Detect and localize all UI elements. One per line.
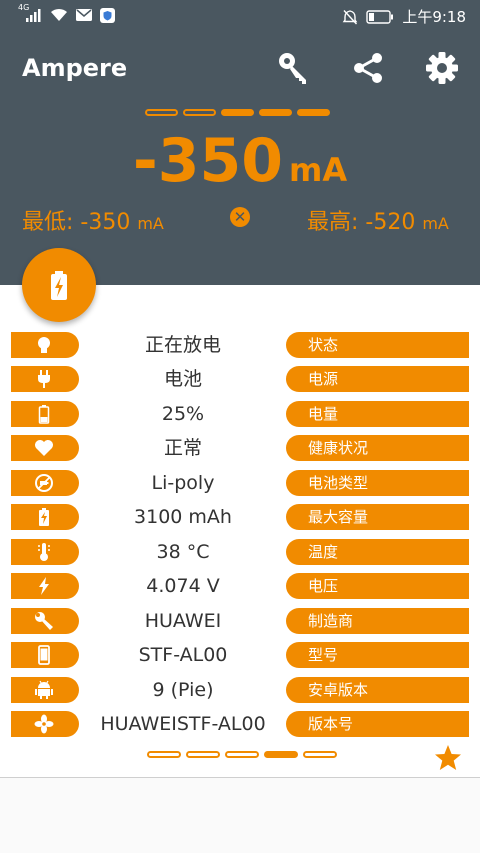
- row-label: 安卓版本: [286, 677, 469, 703]
- android-icon: [35, 680, 53, 699]
- progress-segment: [145, 109, 178, 116]
- plug-icon: [38, 370, 50, 388]
- info-row-temperature: 38 °C 温度: [0, 537, 480, 567]
- info-row-level: 25% 电量: [0, 399, 480, 429]
- min-unit: mA: [137, 214, 164, 233]
- info-row-model: STF-AL00 型号: [0, 640, 480, 670]
- key-icon[interactable]: [276, 50, 312, 86]
- info-row-manufacturer: HUAWEI 制造商: [0, 606, 480, 636]
- progress-segment: [221, 109, 254, 116]
- row-label: 电压: [286, 573, 469, 599]
- row-icon-cell: [11, 677, 79, 703]
- share-icon[interactable]: [351, 50, 387, 86]
- current-reading: -350 mA: [0, 126, 480, 196]
- row-icon-cell: [11, 539, 79, 565]
- battery-charging-icon: [51, 271, 67, 300]
- row-icon-cell: [11, 332, 79, 358]
- row-icon-cell: [11, 642, 79, 668]
- info-row-health: 正常 健康状况: [0, 433, 480, 463]
- page-indicator: [147, 751, 337, 758]
- row-value: 9 (Pie): [152, 679, 214, 701]
- row-value: Li-poly: [151, 472, 215, 494]
- row-value: 38 °C: [156, 541, 210, 563]
- max-value: 最高: -520: [307, 210, 416, 235]
- row-value: 正常: [163, 437, 202, 459]
- row-label: 版本号: [286, 711, 469, 737]
- info-row-android-version: 9 (Pie) 安卓版本: [0, 675, 480, 705]
- row-icon-cell: [11, 608, 79, 634]
- app-title: Ampere: [22, 54, 128, 82]
- battery-fab-button[interactable]: [22, 248, 96, 322]
- min-reading: 最低: -350 mA: [22, 204, 164, 236]
- info-row-status: 正在放电 状态: [0, 330, 480, 360]
- status-bar: 4G 上午9:18: [0, 0, 480, 32]
- row-label: 型号: [286, 642, 469, 668]
- max-unit: mA: [422, 214, 449, 233]
- thermometer-icon: [38, 543, 50, 561]
- info-row-voltage: 4.074 V 电压: [0, 571, 480, 601]
- row-label: 健康状况: [286, 435, 469, 461]
- mail-icon: [76, 9, 92, 21]
- info-row-battery-type: Li-poly 电池类型: [0, 468, 480, 498]
- row-label: 制造商: [286, 608, 469, 634]
- page-dot-active[interactable]: [264, 751, 298, 758]
- battery-level-icon: [38, 405, 50, 424]
- wifi-icon: [51, 8, 67, 21]
- network-label: 4G: [18, 3, 30, 12]
- row-label: 最大容量: [286, 504, 469, 530]
- progress-segment: [297, 109, 330, 116]
- row-value: HUAWEISTF-AL00: [100, 713, 266, 735]
- row-value: 4.074 V: [146, 575, 220, 597]
- row-label: 温度: [286, 539, 469, 565]
- battery-icon: [366, 9, 394, 24]
- info-row-power-source: 电池 电源: [0, 364, 480, 394]
- row-value: 电池: [163, 368, 202, 390]
- row-label: 电池类型: [286, 470, 469, 496]
- gear-icon[interactable]: [424, 50, 460, 86]
- mute-icon: [343, 9, 358, 24]
- row-icon-cell: [11, 573, 79, 599]
- row-label: 状态: [286, 332, 469, 358]
- current-value: -350: [132, 126, 284, 196]
- signal-icon: 4G: [18, 3, 42, 23]
- page-dot[interactable]: [303, 751, 337, 758]
- max-reading: 最高: -520 mA: [307, 204, 449, 236]
- shield-icon: [100, 7, 115, 23]
- phone-icon: [38, 645, 50, 665]
- reset-minmax-button[interactable]: ✕: [230, 207, 250, 227]
- battery-type-icon: [35, 474, 53, 492]
- progress-segment: [259, 109, 292, 116]
- status-time: 上午9:18: [402, 8, 466, 26]
- row-value: HUAWEI: [144, 610, 222, 632]
- heart-icon: [35, 440, 53, 456]
- bottom-area: [0, 778, 480, 853]
- row-icon-cell: [11, 711, 79, 737]
- row-label: 电源: [286, 366, 469, 392]
- info-row-build-number: HUAWEISTF-AL00 版本号: [0, 709, 480, 739]
- page-dot[interactable]: [147, 751, 181, 758]
- page-dot[interactable]: [225, 751, 259, 758]
- row-icon-cell: [11, 470, 79, 496]
- row-icon-cell: [11, 366, 79, 392]
- battery-charge-icon: [39, 508, 49, 526]
- row-icon-cell: [11, 504, 79, 530]
- row-label: 电量: [286, 401, 469, 427]
- bulb-icon: [38, 337, 50, 353]
- sampling-progress: [145, 109, 330, 116]
- row-value: 正在放电: [144, 334, 221, 356]
- row-icon-cell: [11, 435, 79, 461]
- row-value: STF-AL00: [138, 644, 228, 666]
- current-unit: mA: [289, 151, 348, 189]
- page-dot[interactable]: [186, 751, 220, 758]
- star-icon[interactable]: [434, 744, 462, 772]
- min-value: 最低: -350: [22, 210, 131, 235]
- bolt-icon: [39, 577, 49, 595]
- row-icon-cell: [11, 401, 79, 427]
- fan-icon: [34, 714, 54, 734]
- info-row-capacity: 3100 mAh 最大容量: [0, 502, 480, 532]
- wrench-icon: [35, 612, 53, 630]
- row-value: 25%: [161, 403, 205, 425]
- row-value: 3100 mAh: [134, 506, 232, 528]
- progress-segment: [183, 109, 216, 116]
